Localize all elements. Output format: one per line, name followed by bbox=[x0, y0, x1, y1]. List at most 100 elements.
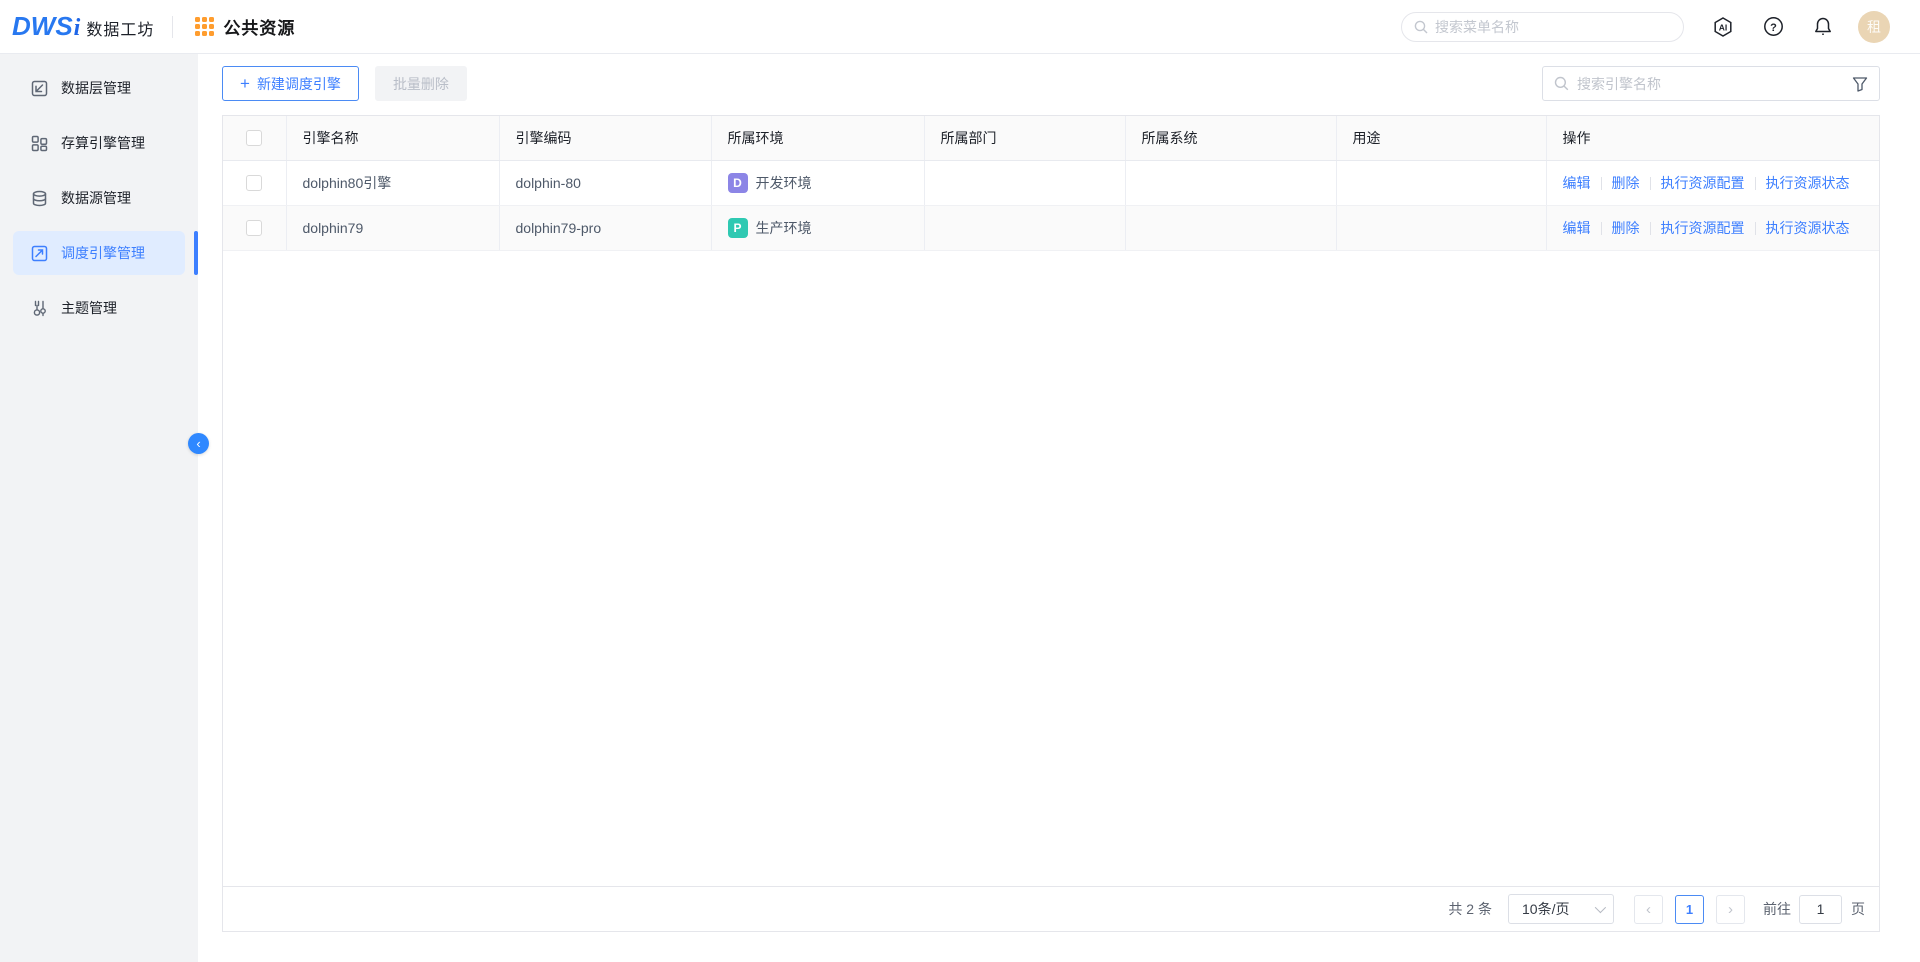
sidebar-item-compute-engine[interactable]: 存算引擎管理 bbox=[13, 121, 185, 165]
ai-assistant-icon[interactable]: AI bbox=[1712, 16, 1734, 38]
chevron-left-icon: ‹ bbox=[1646, 901, 1651, 918]
engine-system-cell bbox=[1125, 205, 1336, 250]
filter-funnel-icon[interactable] bbox=[1852, 76, 1868, 92]
chevron-right-icon: › bbox=[1728, 901, 1733, 918]
app-grid-icon[interactable] bbox=[195, 17, 214, 36]
row-checkbox-cell bbox=[223, 160, 286, 205]
edit-link[interactable]: 编辑 bbox=[1563, 220, 1591, 236]
batch-delete-button[interactable]: 批量删除 bbox=[375, 66, 467, 101]
database-icon bbox=[30, 189, 48, 207]
schedule-engine-icon bbox=[30, 244, 48, 262]
sidebar-item-theme[interactable]: 主题管理 bbox=[13, 286, 185, 330]
delete-link[interactable]: 删除 bbox=[1612, 175, 1640, 191]
engine-code-cell: dolphin79-pro bbox=[499, 205, 711, 250]
top-navbar: DWSi 数据工坊 公共资源 搜索菜单名称 AI ? 租 bbox=[0, 0, 1920, 54]
logo-text: DWS bbox=[12, 11, 73, 42]
page-unit-label: 页 bbox=[1851, 899, 1865, 919]
sidebar-item-label: 主题管理 bbox=[61, 298, 117, 318]
help-icon[interactable]: ? bbox=[1762, 16, 1784, 38]
select-all-checkbox[interactable] bbox=[246, 130, 262, 146]
engine-table-card: 引擎名称 引擎编码 所属环境 所属部门 所属系统 用途 操作 dolphin80… bbox=[222, 115, 1880, 932]
exec-resource-config-link[interactable]: 执行资源配置 bbox=[1661, 220, 1745, 236]
page-size-value: 10条/页 bbox=[1522, 899, 1569, 919]
goto-page-value: 1 bbox=[1817, 901, 1825, 917]
column-header-name: 引擎名称 bbox=[286, 116, 499, 160]
search-icon bbox=[1554, 76, 1569, 91]
engine-usage-cell bbox=[1336, 160, 1546, 205]
page-number-button[interactable]: 1 bbox=[1675, 895, 1704, 924]
table-header-row: 引擎名称 引擎编码 所属环境 所属部门 所属系统 用途 操作 bbox=[223, 116, 1879, 160]
avatar-text: 租 bbox=[1867, 17, 1881, 37]
row-actions-cell: 编辑 删除 执行资源配置 执行资源状态 bbox=[1546, 160, 1879, 205]
column-header-system: 所属系统 bbox=[1125, 116, 1336, 160]
row-checkbox-cell bbox=[223, 205, 286, 250]
table-row: dolphin80引擎 dolphin-80 D 开发环境 编辑删除执行资源配置… bbox=[223, 160, 1879, 205]
sidebar-item-schedule-engine[interactable]: 调度引擎管理 bbox=[13, 231, 185, 275]
goto-label: 前往 bbox=[1763, 899, 1791, 919]
engine-search-placeholder: 搜索引擎名称 bbox=[1577, 74, 1852, 94]
engine-name-cell: dolphin80引擎 bbox=[286, 160, 499, 205]
svg-text:?: ? bbox=[1770, 22, 1777, 34]
sidebar: 数据层管理 存算引擎管理 数据源管理 调度引擎管理 主题管理 bbox=[0, 54, 198, 962]
pagination-bar: 共 2 条 10条/页 ‹ 1 › 前往 1 页 bbox=[223, 886, 1879, 931]
search-icon bbox=[1414, 20, 1428, 34]
sidebar-item-data-layer[interactable]: 数据层管理 bbox=[13, 66, 185, 110]
goto-page-input[interactable]: 1 bbox=[1799, 895, 1842, 924]
active-indicator-bar bbox=[194, 231, 198, 275]
exec-resource-status-link[interactable]: 执行资源状态 bbox=[1766, 175, 1850, 191]
env-label: 开发环境 bbox=[756, 173, 812, 193]
sidebar-item-datasource[interactable]: 数据源管理 bbox=[13, 176, 185, 220]
exec-resource-config-link[interactable]: 执行资源配置 bbox=[1661, 175, 1745, 191]
dev-env-badge: D bbox=[728, 173, 748, 193]
edit-link[interactable]: 编辑 bbox=[1563, 175, 1591, 191]
table-row: dolphin79 dolphin79-pro P 生产环境 编辑 删除 执行资源配… bbox=[223, 205, 1879, 250]
data-layer-icon bbox=[30, 79, 48, 97]
page-size-select[interactable]: 10条/页 bbox=[1508, 894, 1614, 924]
row-actions-cell: 编辑 删除 执行资源配置 执行资源状态 bbox=[1546, 205, 1879, 250]
logo-product-name: 数据工坊 bbox=[86, 16, 154, 40]
header-checkbox-cell bbox=[223, 116, 286, 160]
menu-search-input[interactable]: 搜索菜单名称 bbox=[1401, 12, 1684, 42]
plus-icon: + bbox=[240, 74, 250, 94]
compute-engine-icon bbox=[30, 134, 48, 152]
engine-search-input[interactable]: 搜索引擎名称 bbox=[1542, 66, 1880, 101]
delete-link[interactable]: 删除 bbox=[1612, 220, 1640, 236]
current-page-number: 1 bbox=[1686, 902, 1693, 917]
engine-env-cell: D 开发环境 bbox=[711, 160, 924, 205]
toolbar: + 新建调度引擎 批量删除 搜索引擎名称 bbox=[222, 66, 1880, 101]
exec-resource-status-link[interactable]: 执行资源状态 bbox=[1766, 220, 1850, 236]
env-label: 生产环境 bbox=[756, 218, 812, 238]
sidebar-item-label: 存算引擎管理 bbox=[61, 133, 145, 153]
menu-search-placeholder: 搜索菜单名称 bbox=[1435, 17, 1519, 37]
app-logo[interactable]: DWSi 数据工坊 bbox=[12, 11, 154, 42]
notification-bell-icon[interactable] bbox=[1812, 16, 1834, 38]
user-avatar[interactable]: 租 bbox=[1858, 11, 1890, 43]
page-title: 公共资源 bbox=[223, 14, 295, 39]
prod-env-badge: P bbox=[728, 218, 748, 238]
next-page-button[interactable]: › bbox=[1716, 895, 1745, 924]
tools-icon bbox=[30, 299, 48, 317]
column-header-env: 所属环境 bbox=[711, 116, 924, 160]
svg-text:AI: AI bbox=[1719, 22, 1728, 32]
engine-usage-cell bbox=[1336, 205, 1546, 250]
prev-page-button[interactable]: ‹ bbox=[1634, 895, 1663, 924]
logo-suffix: i bbox=[74, 15, 81, 42]
table-empty-area bbox=[223, 251, 1879, 887]
row-checkbox[interactable] bbox=[246, 220, 262, 236]
column-header-ops: 操作 bbox=[1546, 116, 1879, 160]
engine-name-cell: dolphin79 bbox=[286, 205, 499, 250]
column-header-code: 引擎编码 bbox=[499, 116, 711, 160]
sidebar-collapse-button[interactable]: ‹ bbox=[188, 433, 209, 454]
main-content: + 新建调度引擎 批量删除 搜索引擎名称 引擎名称 引擎编码 bbox=[198, 54, 1920, 962]
new-engine-button[interactable]: + 新建调度引擎 bbox=[222, 66, 359, 101]
sidebar-item-label: 数据源管理 bbox=[61, 188, 131, 208]
chevron-down-icon bbox=[1595, 902, 1606, 913]
engine-table: 引擎名称 引擎编码 所属环境 所属部门 所属系统 用途 操作 dolphin80… bbox=[223, 116, 1879, 251]
total-count-label: 共 2 条 bbox=[1448, 899, 1492, 919]
sidebar-item-label: 调度引擎管理 bbox=[61, 243, 145, 263]
row-checkbox[interactable] bbox=[246, 175, 262, 191]
engine-env-cell: P 生产环境 bbox=[711, 205, 924, 250]
column-header-usage: 用途 bbox=[1336, 116, 1546, 160]
batch-delete-button-label: 批量删除 bbox=[393, 74, 449, 94]
new-engine-button-label: 新建调度引擎 bbox=[257, 74, 341, 94]
